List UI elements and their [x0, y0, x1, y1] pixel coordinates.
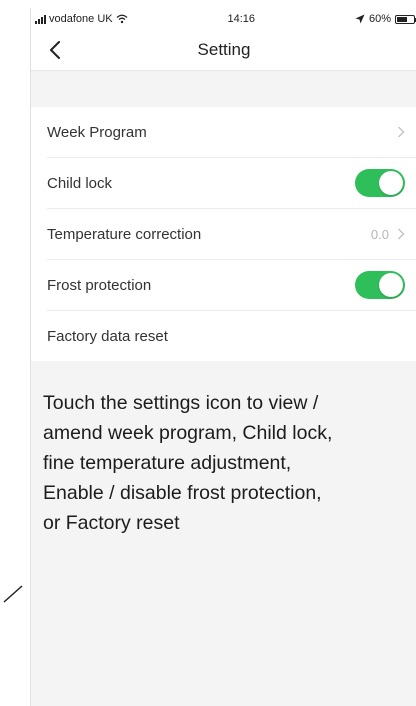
- temperature-correction-right: 0.0: [371, 227, 405, 242]
- frost-protection-row: Frost protection: [47, 260, 416, 311]
- chevron-right-icon: [398, 228, 405, 240]
- week-program-row[interactable]: Week Program: [47, 107, 416, 158]
- chevron-right-icon: [398, 126, 405, 138]
- status-bar: vodafone UK 14:16 60%: [31, 8, 416, 30]
- phone-screen: vodafone UK 14:16 60% Setting Week Progr…: [30, 8, 416, 706]
- status-right: 60%: [355, 13, 416, 25]
- back-button[interactable]: [43, 38, 67, 62]
- chevron-left-icon: [50, 41, 60, 59]
- battery-level: [396, 16, 407, 22]
- temperature-correction-label: Temperature correction: [47, 225, 202, 243]
- settings-list: Week Program Child lock Temperature corr…: [31, 107, 416, 361]
- factory-reset-label: Factory data reset: [47, 327, 168, 345]
- toggle-knob: [379, 171, 403, 195]
- temperature-correction-value: 0.0: [370, 226, 389, 242]
- battery-percent: 60%: [368, 13, 391, 25]
- child-lock-toggle[interactable]: [355, 169, 405, 197]
- status-time: 14:16: [227, 13, 256, 25]
- wifi-icon: [116, 14, 128, 24]
- week-program-label: Week Program: [47, 123, 147, 141]
- battery-icon: [394, 14, 416, 24]
- location-arrow-icon: [355, 14, 365, 24]
- signal-icon: [35, 14, 46, 24]
- carrier-name: vodafone UK: [49, 13, 113, 25]
- factory-reset-row[interactable]: Factory data reset: [47, 311, 416, 361]
- child-lock-row: Child lock: [47, 158, 416, 209]
- status-left: vodafone UK: [35, 13, 128, 25]
- annotation-line: fine temperature adjustment,: [43, 452, 292, 474]
- annotation-line: Touch the settings icon to view /: [43, 392, 319, 414]
- nav-header: Setting: [31, 30, 416, 71]
- instruction-annotation: Touch the settings icon to view / amend …: [43, 388, 411, 538]
- toggle-knob: [379, 273, 403, 297]
- child-lock-label: Child lock: [47, 174, 113, 192]
- annotation-line: amend week program, Child lock,: [43, 422, 333, 444]
- frost-protection-label: Frost protection: [47, 276, 152, 294]
- week-program-right: [397, 126, 405, 138]
- temperature-correction-row[interactable]: Temperature correction 0.0: [47, 209, 416, 260]
- annotation-line: Enable / disable frost protection,: [43, 482, 322, 504]
- frost-protection-toggle[interactable]: [355, 271, 405, 299]
- annotation-line: or Factory reset: [43, 512, 180, 534]
- page-title: Setting: [197, 40, 251, 59]
